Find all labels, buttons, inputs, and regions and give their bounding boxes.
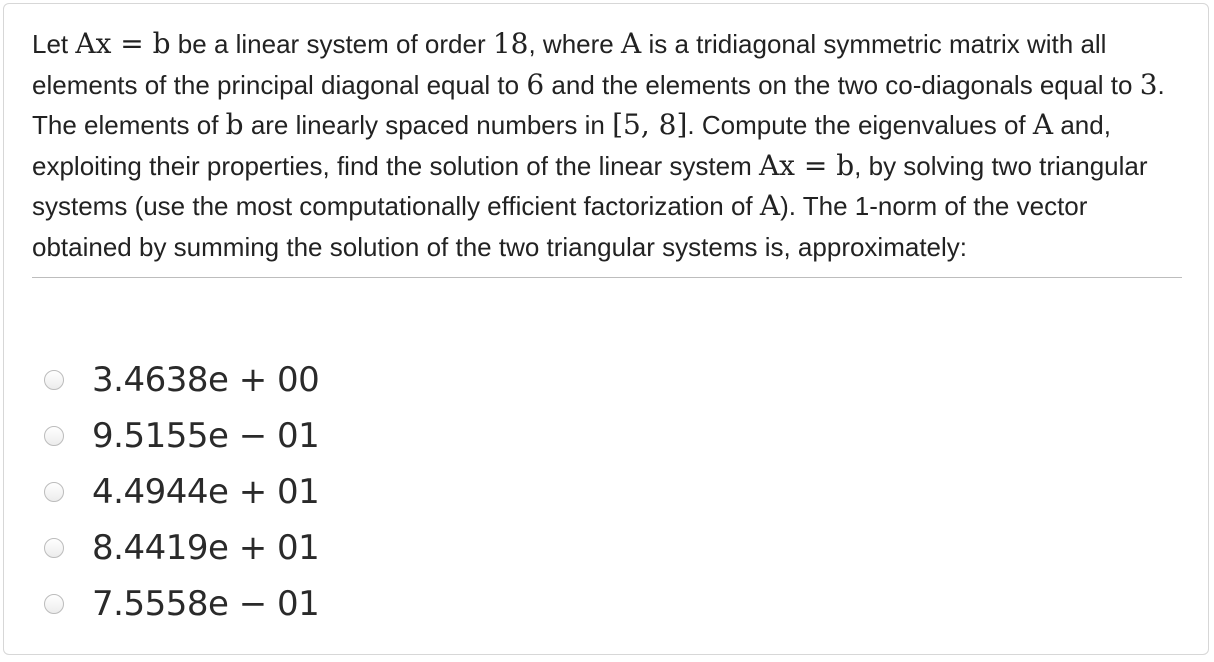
question-text-segment: be a linear system of order <box>170 29 493 59</box>
math-expression: [5, 8] <box>612 108 688 141</box>
answer-choices: 3.4638e + 00 9.5155e − 01 4.4944e + 01 8… <box>44 352 320 632</box>
math-expression: Ax = b <box>75 27 171 60</box>
answer-option[interactable]: 8.4419e + 01 <box>44 520 320 576</box>
math-expression: Ax = b <box>758 148 855 182</box>
question-text: Let Ax = b be a linear system of order 1… <box>32 24 1182 278</box>
question-text-segment: and the elements on the two co-diagonals… <box>544 69 1140 100</box>
answer-label: 3.4638e + 00 <box>92 360 320 400</box>
question-card: Let Ax = b be a linear system of order 1… <box>3 3 1209 655</box>
answer-option[interactable]: 9.5155e − 01 <box>44 408 320 464</box>
answer-option[interactable]: 7.5558e − 01 <box>44 576 320 632</box>
question-text-segment: are linearly spaced numbers in <box>243 110 613 140</box>
radio-button[interactable] <box>44 594 64 614</box>
math-expression: 18 <box>492 27 529 60</box>
radio-button[interactable] <box>44 426 64 446</box>
answer-label: 9.5155e − 01 <box>92 416 320 456</box>
answer-label: 7.5558e − 01 <box>92 584 320 624</box>
question-text-segment: Let <box>32 29 76 59</box>
math-expression: b <box>225 108 244 141</box>
answer-option[interactable]: 3.4638e + 00 <box>44 352 320 408</box>
answer-option[interactable]: 4.4944e + 01 <box>44 464 320 520</box>
radio-button[interactable] <box>44 370 64 390</box>
answer-label: 8.4419e + 01 <box>92 528 320 568</box>
radio-button[interactable] <box>44 538 64 558</box>
radio-button[interactable] <box>44 482 64 502</box>
math-expression: 3 <box>1139 67 1158 101</box>
answer-label: 4.4944e + 01 <box>92 472 320 512</box>
question-text-segment: , where <box>528 29 621 59</box>
math-expression: A <box>1032 108 1054 141</box>
math-expression: A <box>620 27 642 60</box>
question-text-segment: . Compute the eigenvalues of <box>687 110 1033 140</box>
math-expression: A <box>759 189 781 222</box>
math-expression: 6 <box>526 67 545 101</box>
